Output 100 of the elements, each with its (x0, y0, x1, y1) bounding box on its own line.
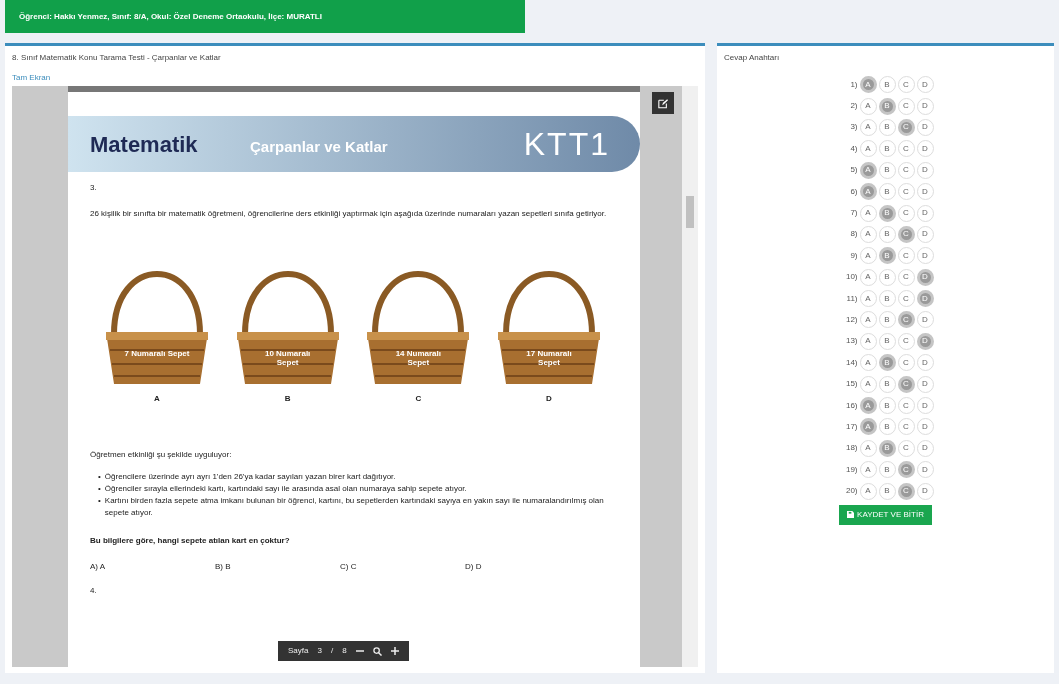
question-number: 18) (844, 442, 858, 455)
answer-choice[interactable]: C (897, 354, 915, 372)
answer-choice[interactable]: D (916, 225, 934, 243)
basket-label: 17 Numaralı Sepet (525, 350, 573, 368)
banner-subject: Matematik (90, 130, 199, 159)
answer-choice[interactable]: D (916, 97, 934, 115)
question-number: 1) (849, 78, 858, 91)
answer-choice[interactable]: A (859, 354, 877, 372)
answer-choice[interactable]: C (897, 140, 915, 158)
answer-choice[interactable]: A (859, 311, 877, 329)
edit-button[interactable] (652, 92, 674, 114)
answer-choice[interactable]: C (897, 268, 915, 286)
activity-step: Öğrencilere üzerinde ayrı ayrı 1'den 26'ya kadar sayıları yazan birer kart dağıtıyor. (104, 471, 396, 483)
answer-choice[interactable]: D (916, 439, 934, 457)
answer-choice[interactable]: B (878, 418, 896, 436)
answer-choice[interactable]: C (897, 183, 915, 201)
save-icon (847, 511, 855, 519)
basket-letter: A (154, 393, 160, 405)
question-number: 8) (849, 228, 858, 241)
bullet-marker: • (98, 471, 101, 483)
question-text: Bu bilgilere göre, hangi sepete atılan kart en çoktur? (90, 535, 291, 547)
answer-choice[interactable]: A (859, 247, 877, 265)
answer-choice[interactable]: D (916, 482, 934, 500)
basket-letter: C (415, 393, 422, 405)
answer-choice[interactable]: B (878, 183, 896, 201)
answer-choice[interactable]: B (878, 461, 896, 479)
answer-choice[interactable]: C (897, 76, 915, 94)
answer-choice[interactable]: A (859, 204, 877, 222)
answer-choice[interactable]: D (916, 375, 934, 393)
answer-choice[interactable]: D (916, 140, 934, 158)
answer-choice[interactable]: B (878, 311, 896, 329)
question-number: 11) (845, 292, 858, 305)
page-number: 3 (317, 645, 322, 657)
answer-choice[interactable]: D (916, 354, 934, 372)
basket-label: 10 Numaralı Sepet (263, 350, 312, 368)
answer-choice[interactable]: C (897, 418, 915, 436)
answer-choice[interactable]: A (859, 482, 877, 500)
answer-option: C) C (340, 561, 465, 573)
answer-choice[interactable]: D (916, 161, 934, 179)
bullet-marker: • (98, 483, 101, 495)
question-number: 13) (844, 335, 858, 348)
basket-label: 14 Numaralı Sepet (394, 350, 442, 368)
question-number: 3) (849, 121, 858, 134)
answer-choice[interactable]: C (897, 290, 915, 308)
answer-choice[interactable]: A (859, 332, 877, 350)
fullscreen-link[interactable]: Tam Ekran (12, 72, 698, 84)
answer-choice[interactable]: B (878, 76, 896, 94)
answer-choice[interactable]: A (859, 290, 877, 308)
answer-choice[interactable]: A (859, 97, 877, 115)
page-total: 8 (342, 645, 347, 657)
bullet-marker: • (98, 495, 101, 507)
activity-step: Kartını birden fazla sepete atma imkanı bulunan bir öğrenci, kartını, bu sepetlerden kartındaki sayıya en yakın sayı ile numaralandırılmış olan sepete atıyor. (104, 495, 618, 519)
answer-choice[interactable]: C (897, 397, 915, 415)
banner-topic: Çarpanlar ve Katlar (250, 136, 389, 157)
answer-choice[interactable]: A (859, 140, 877, 158)
answer-choice[interactable]: A (859, 118, 877, 136)
answer-choice[interactable]: D (916, 397, 934, 415)
question-number: 7) (849, 207, 858, 220)
answer-choice[interactable]: B (878, 290, 896, 308)
answer-choice[interactable]: B (878, 482, 896, 500)
answer-choice[interactable]: C (897, 332, 915, 350)
panel-title: 8. Sınıf Matematik Konu Tarama Testi - Çarpanlar ve Katlar (12, 52, 221, 64)
question-number: 17) (844, 420, 858, 433)
answer-choice[interactable]: C (897, 161, 915, 179)
answer-choice[interactable]: A (859, 268, 877, 286)
zoom-in-button[interactable] (390, 646, 399, 656)
answer-choice[interactable]: D (916, 204, 934, 222)
answer-choice[interactable]: A (859, 225, 877, 243)
scrollbar[interactable] (682, 86, 698, 667)
activity-intro: Öğretmen etkinliği şu şekilde uyguluyor: (90, 449, 233, 461)
search-button[interactable] (372, 646, 382, 656)
answer-choice[interactable]: D (916, 311, 934, 329)
student-info-bar: Öğrenci: Hakkı Yenmez, Sınıf: 8/A, Okul: Özel Deneme Ortaokulu, İlçe: MURATLI (5, 0, 525, 33)
answer-choice[interactable]: B (878, 397, 896, 415)
answer-choice[interactable]: B (878, 268, 896, 286)
answer-choice[interactable]: A (859, 439, 877, 457)
answer-choice[interactable]: C (897, 247, 915, 265)
answer-choice[interactable]: B (878, 332, 896, 350)
question-number: 14) (844, 356, 858, 369)
answer-choice[interactable]: B (878, 161, 896, 179)
answer-choice[interactable]: B (878, 375, 896, 393)
answer-choice[interactable]: D (916, 247, 934, 265)
question-number: 16) (844, 399, 858, 412)
answer-choice[interactable]: D (916, 183, 934, 201)
answer-choice[interactable]: D (916, 76, 934, 94)
answer-choice[interactable]: D (916, 118, 934, 136)
answer-choice[interactable]: B (878, 225, 896, 243)
answer-choice[interactable]: C (897, 439, 915, 457)
question-number: 20) (844, 485, 858, 498)
answer-choice[interactable]: C (897, 204, 915, 222)
page-label: Sayfa (288, 645, 309, 657)
answer-choice[interactable]: D (916, 461, 934, 479)
question-number: 12) (844, 314, 858, 326)
answer-choice[interactable]: A (859, 375, 877, 393)
answer-choice[interactable]: A (859, 461, 877, 479)
basket-letter: B (284, 393, 291, 405)
answer-choice[interactable]: B (878, 140, 896, 158)
answer-choice[interactable]: B (878, 118, 896, 136)
answer-choice[interactable]: C (897, 97, 915, 115)
answer-choice[interactable]: D (916, 418, 934, 436)
